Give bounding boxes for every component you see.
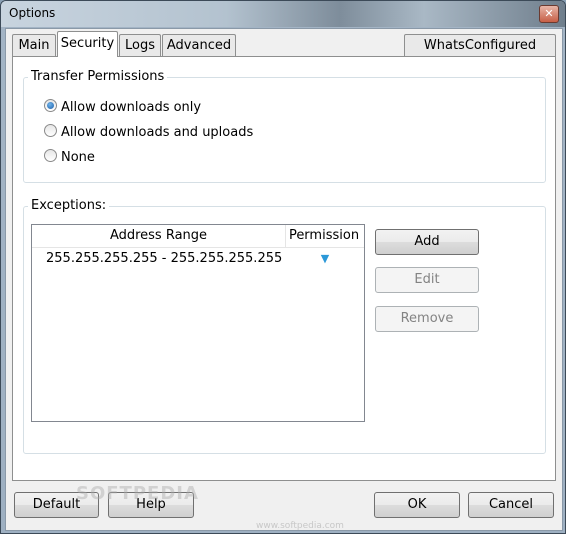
radio-label: Allow downloads and uploads	[61, 125, 254, 140]
tab-advanced[interactable]: Advanced	[162, 34, 236, 56]
exceptions-label: Exceptions:	[28, 198, 110, 213]
dialog-client-area: Main Security Logs Advanced WhatsConfigu…	[5, 28, 563, 531]
softpedia-url-watermark: www.softpedia.com	[256, 521, 344, 531]
radio-allow-downloads-and-uploads[interactable]: Allow downloads and uploads	[44, 124, 253, 142]
cancel-button[interactable]: Cancel	[468, 492, 554, 518]
default-button[interactable]: Default	[14, 492, 99, 518]
ok-button[interactable]: OK	[374, 492, 460, 518]
title-bar[interactable]: Options ✕	[1, 1, 565, 27]
list-item[interactable]: 255.255.255.255 - 255.255.255.255 ▼	[32, 248, 364, 270]
edit-button[interactable]: Edit	[375, 267, 479, 293]
list-header: Address Range Permission	[32, 225, 364, 248]
radio-label: None	[61, 150, 95, 165]
exceptions-list[interactable]: Address Range Permission 255.255.255.255…	[31, 224, 365, 422]
radio-button[interactable]	[44, 149, 57, 162]
exceptions-group: Exceptions: Address Range Permission 255…	[23, 198, 546, 454]
add-button[interactable]: Add	[375, 229, 479, 255]
tab-main[interactable]: Main	[12, 34, 56, 56]
transfer-permissions-group: Transfer Permissions Allow downloads onl…	[23, 69, 546, 183]
column-header-address-range[interactable]: Address Range	[32, 225, 285, 247]
column-header-permission[interactable]: Permission	[285, 225, 362, 247]
remove-button[interactable]: Remove	[375, 306, 479, 332]
radio-none[interactable]: None	[44, 149, 95, 167]
close-icon[interactable]: ✕	[539, 5, 559, 23]
radio-button-selected[interactable]	[44, 99, 57, 112]
security-tab-panel: Transfer Permissions Allow downloads onl…	[12, 56, 556, 481]
help-button[interactable]: Help	[108, 492, 194, 518]
radio-button[interactable]	[44, 124, 57, 137]
permission-dropdown-icon[interactable]: ▼	[287, 248, 363, 270]
transfer-permissions-label: Transfer Permissions	[28, 69, 168, 84]
window-title: Options	[9, 6, 56, 20]
radio-allow-downloads-only[interactable]: Allow downloads only	[44, 99, 201, 117]
whats-configured-button[interactable]: WhatsConfigured	[404, 34, 556, 56]
tab-security[interactable]: Security	[57, 31, 118, 57]
tab-logs[interactable]: Logs	[119, 34, 161, 56]
options-window: Options ✕ Main Security Logs Advanced Wh…	[0, 0, 566, 534]
radio-label: Allow downloads only	[61, 100, 202, 115]
address-range-cell: 255.255.255.255 - 255.255.255.255	[46, 251, 283, 266]
